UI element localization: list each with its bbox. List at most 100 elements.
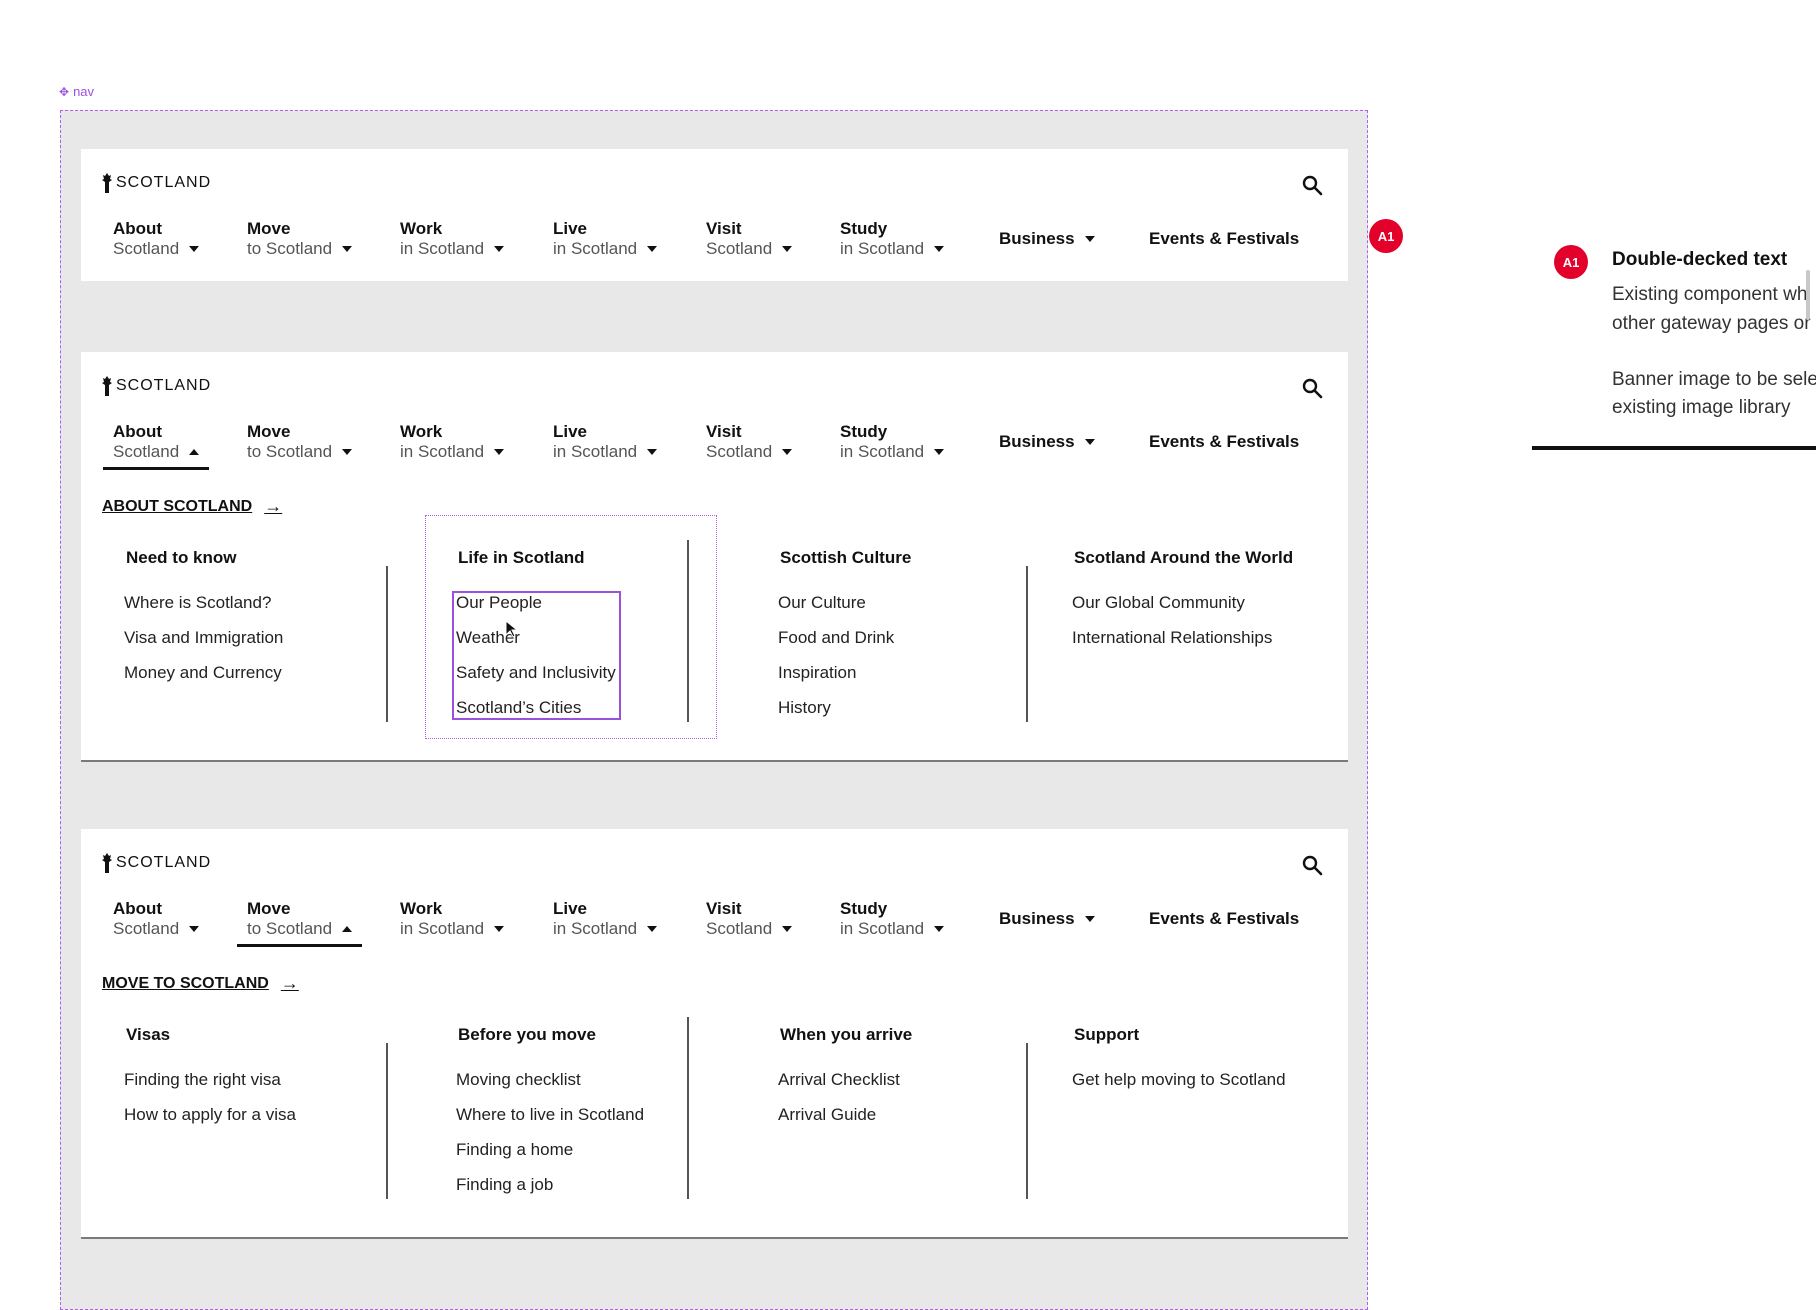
menu-column-visas: Visas Finding the right visa How to appl… — [124, 1025, 296, 1124]
nav-label: Live — [553, 899, 588, 918]
thistle-icon — [102, 376, 112, 396]
nav-item-live[interactable]: Live in Scotland — [553, 422, 658, 462]
caret-down-icon — [1084, 236, 1095, 242]
nav-item-events[interactable]: Events & Festivals — [1149, 909, 1299, 929]
menu-link[interactable]: Visa and Immigration — [124, 628, 283, 663]
nav-label: About — [113, 899, 163, 918]
menu-link[interactable]: Inspiration — [778, 663, 894, 698]
annotation-badge[interactable]: A1 — [1369, 219, 1403, 253]
nav-item-live[interactable]: Live in Scotland — [553, 899, 658, 939]
search-icon[interactable] — [1300, 173, 1324, 197]
logo[interactable]: SCOTLAND — [101, 376, 211, 396]
nav-sublabel-text: to Scotland — [247, 239, 333, 258]
caret-down-icon — [647, 246, 658, 252]
search-icon[interactable] — [1300, 376, 1324, 400]
column-divider — [1026, 1043, 1028, 1199]
menu-link[interactable]: Moving checklist — [456, 1070, 644, 1105]
nav-item-events[interactable]: Events & Festivals — [1149, 432, 1299, 452]
nav-item-move[interactable]: Move to Scotland — [236, 899, 363, 947]
caret-down-icon — [494, 246, 505, 252]
menu-link[interactable]: Finding a home — [456, 1140, 644, 1175]
menu-link[interactable]: Our Global Community — [1072, 593, 1272, 628]
menu-column-scottish-culture: Scottish Culture Our Culture Food and Dr… — [778, 548, 911, 717]
nav-label: Visit — [706, 899, 742, 918]
menu-column-before-you-move: Before you move Moving checklist Where t… — [456, 1025, 644, 1194]
nav-sublabel-text: Scotland — [706, 919, 773, 938]
nav-item-visit[interactable]: Visit Scotland — [706, 219, 793, 259]
nav-item-about[interactable]: About Scotland — [113, 899, 200, 939]
nav-item-study[interactable]: Study in Scotland — [840, 422, 945, 462]
nav-item-live[interactable]: Live in Scotland — [553, 219, 658, 259]
nav-label-text: Business — [999, 909, 1075, 928]
menu-link[interactable]: History — [778, 698, 894, 733]
nav-label: Events & Festivals — [1149, 909, 1300, 928]
nav-item-move[interactable]: Move to Scotland — [247, 219, 353, 259]
menu-link[interactable]: Get help moving to Scotland — [1072, 1070, 1286, 1105]
menu-link[interactable]: Where is Scotland? — [124, 593, 283, 628]
nav-sublabel-text: in Scotland — [840, 239, 925, 258]
nav-item-work[interactable]: Work in Scotland — [400, 422, 505, 462]
menu-column-when-you-arrive: When you arrive Arrival Checklist Arriva… — [778, 1025, 912, 1124]
menu-link[interactable]: International Relationships — [1072, 628, 1272, 663]
nav-item-study[interactable]: Study in Scotland — [840, 899, 945, 939]
menu-link[interactable]: Where to live in Scotland — [456, 1105, 644, 1140]
caret-down-icon — [934, 246, 945, 252]
nav-sublabel: Scotland — [113, 239, 200, 259]
nav-label: Live — [553, 219, 588, 238]
menu-link[interactable]: Money and Currency — [124, 663, 283, 698]
menu-link[interactable]: Arrival Guide — [778, 1105, 900, 1140]
menu-link[interactable]: Our Culture — [778, 593, 894, 628]
logo[interactable]: SCOTLAND — [101, 173, 211, 193]
nav-item-study[interactable]: Study in Scotland — [840, 219, 945, 259]
nav-item-about[interactable]: About Scotland — [102, 422, 210, 470]
search-icon[interactable] — [1300, 853, 1324, 877]
caret-down-icon — [647, 449, 658, 455]
column-divider — [687, 1017, 689, 1199]
mega-menu-heading-link[interactable]: ABOUT SCOTLAND → — [102, 496, 282, 517]
nav-label: Study — [840, 422, 888, 441]
caret-up-icon — [189, 449, 200, 455]
nav-item-business[interactable]: Business — [999, 229, 1095, 249]
nav-item-work[interactable]: Work in Scotland — [400, 899, 505, 939]
nav-label: Study — [840, 219, 888, 238]
caret-down-icon — [342, 449, 353, 455]
column-title: Need to know — [126, 548, 237, 567]
caret-down-icon — [782, 926, 793, 932]
menu-link[interactable]: Arrival Checklist — [778, 1070, 900, 1105]
nav-item-business[interactable]: Business — [999, 432, 1095, 452]
nav-item-about[interactable]: About Scotland — [113, 219, 200, 259]
scrollbar[interactable] — [1806, 270, 1810, 320]
caret-down-icon — [782, 246, 793, 252]
logo[interactable]: SCOTLAND — [101, 853, 211, 873]
nav-sublabel: Scotland — [706, 919, 793, 939]
column-divider — [386, 566, 388, 722]
nav-item-work[interactable]: Work in Scotland — [400, 219, 505, 259]
annotation-line: other gateway pages or — [1612, 313, 1811, 334]
nav-item-visit[interactable]: Visit Scotland — [706, 422, 793, 462]
menu-link[interactable]: How to apply for a visa — [124, 1105, 296, 1140]
nav-item-visit[interactable]: Visit Scotland — [706, 899, 793, 939]
nav-item-events[interactable]: Events & Festivals — [1149, 229, 1299, 249]
menu-link[interactable]: Finding the right visa — [124, 1070, 296, 1105]
nav-label: About — [113, 422, 163, 441]
annotation-badge[interactable]: A1 — [1554, 245, 1588, 279]
nav-sublabel: in Scotland — [400, 239, 505, 259]
menu-link[interactable]: Food and Drink — [778, 628, 894, 663]
mega-menu-heading-link[interactable]: MOVE TO SCOTLAND → — [102, 973, 299, 994]
nav-sublabel: Scotland — [706, 239, 793, 259]
annotation-line: existing image library — [1612, 397, 1791, 418]
thistle-icon — [102, 853, 112, 873]
caret-down-icon — [934, 449, 945, 455]
column-divider — [386, 1043, 388, 1199]
nav-sublabel-text: Scotland — [706, 239, 773, 258]
nav-sublabel-text: Scotland — [113, 919, 180, 938]
nav-label: Work — [400, 422, 443, 441]
nav-sublabel: to Scotland — [247, 442, 353, 462]
nav-item-move[interactable]: Move to Scotland — [247, 422, 353, 462]
caret-down-icon — [934, 926, 945, 932]
link-selection-box — [452, 591, 621, 720]
nav-item-business[interactable]: Business — [999, 909, 1095, 929]
menu-link[interactable]: Finding a job — [456, 1175, 644, 1210]
nav-label: Visit — [706, 422, 742, 441]
nav-label: Business — [999, 229, 1095, 249]
